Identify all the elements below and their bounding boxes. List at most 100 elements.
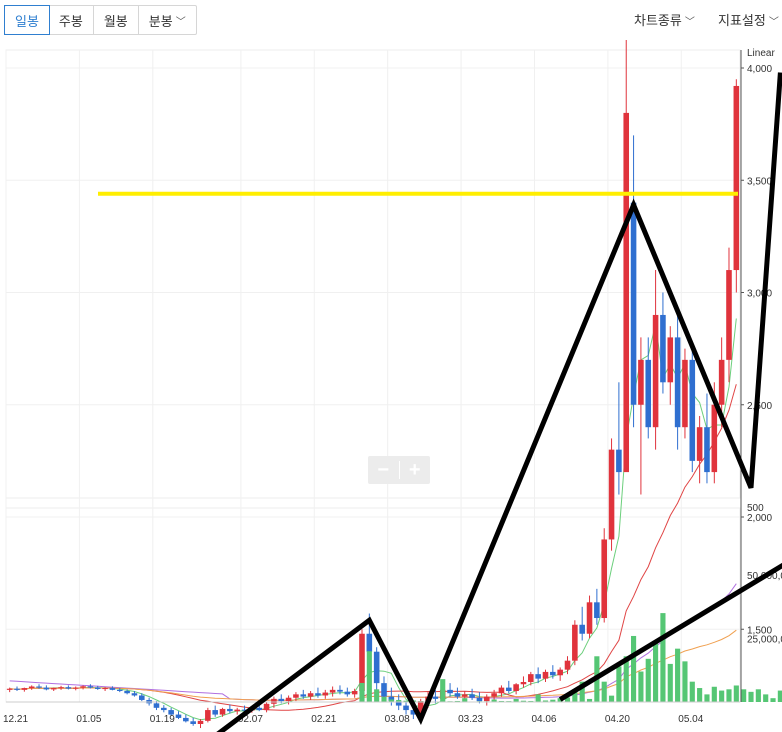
candle-body bbox=[550, 671, 556, 676]
candle-body bbox=[491, 693, 497, 697]
price-tick-label: 4,000 bbox=[747, 64, 772, 75]
chart-type-label: 차트종류 bbox=[634, 13, 682, 28]
zoom-in-button[interactable]: + bbox=[400, 456, 431, 484]
tab-minute[interactable]: 분봉 ﹀ bbox=[139, 6, 196, 34]
candle-body bbox=[696, 427, 703, 461]
chevron-down-icon: ﹀ bbox=[768, 17, 779, 28]
volume-bar bbox=[777, 690, 782, 702]
candle-body bbox=[36, 686, 42, 688]
stock-chart[interactable]: Linear1,0001,5002,0002,5003,0003,5004,00… bbox=[0, 40, 782, 732]
candle-body bbox=[366, 633, 373, 652]
candle-body bbox=[373, 651, 380, 684]
tab-daily[interactable]: 일봉 bbox=[4, 5, 50, 35]
candle-body bbox=[542, 671, 549, 679]
candle-body bbox=[300, 694, 307, 697]
candle-body bbox=[645, 359, 652, 428]
candle-body bbox=[116, 689, 123, 691]
tab-weekly[interactable]: 주봉 bbox=[49, 6, 94, 34]
chart-toolbar: 일봉 주봉 월봉 분봉 ﹀ 차트종류 ﹀ 지표설정 ﹀ bbox=[0, 0, 782, 40]
volume-bars bbox=[359, 613, 782, 702]
candle-body bbox=[161, 707, 167, 711]
candle-body bbox=[535, 674, 541, 679]
chart-type-menu[interactable]: 차트종류 ﹀ bbox=[634, 10, 695, 29]
volume-bar bbox=[616, 666, 622, 702]
candle-body bbox=[623, 112, 630, 473]
tab-monthly[interactable]: 월봉 bbox=[94, 6, 139, 34]
indicator-menu[interactable]: 지표설정 ﹀ bbox=[718, 10, 779, 29]
candle-body bbox=[43, 687, 50, 690]
candle-body bbox=[726, 270, 732, 360]
candle-body bbox=[205, 710, 211, 721]
volume-bar bbox=[741, 689, 747, 702]
time-tick-label: 02.21 bbox=[311, 714, 336, 725]
candle-body bbox=[381, 683, 387, 697]
volume-bar bbox=[366, 651, 372, 702]
candle-body bbox=[638, 359, 644, 405]
candle-body bbox=[403, 705, 409, 711]
price-scale-label: Linear bbox=[747, 48, 775, 59]
volume-bar bbox=[608, 695, 615, 702]
indicator-label: 지표설정 bbox=[718, 13, 766, 28]
time-tick-label: 05.04 bbox=[678, 714, 703, 725]
candle-body bbox=[256, 707, 263, 711]
candle-body bbox=[65, 687, 72, 689]
candle-body bbox=[454, 693, 461, 697]
candle-body bbox=[667, 337, 674, 383]
period-tabs: 일봉 주봉 월봉 분봉 ﹀ bbox=[4, 5, 197, 35]
zoom-out-button[interactable]: − bbox=[368, 456, 399, 484]
candle-body bbox=[432, 696, 439, 699]
volume-bar bbox=[682, 661, 688, 702]
time-tick-label: 12.21 bbox=[3, 714, 28, 725]
candle-body bbox=[652, 314, 659, 428]
candle-body bbox=[557, 669, 563, 676]
volume-bar bbox=[704, 694, 710, 702]
volume-bar bbox=[359, 682, 365, 702]
candle-body bbox=[227, 708, 233, 712]
candle-body bbox=[520, 682, 527, 685]
volume-bar bbox=[638, 671, 644, 702]
volume-bar bbox=[645, 658, 651, 702]
candle-body bbox=[344, 691, 351, 695]
candle-body bbox=[197, 720, 204, 724]
candle-body bbox=[586, 602, 593, 634]
volume-bar bbox=[726, 689, 732, 702]
candle-body bbox=[682, 359, 688, 428]
candle-body bbox=[506, 687, 512, 691]
tab-minute-label: 분봉 bbox=[148, 13, 173, 29]
volume-tick-label: 25,000,0 bbox=[747, 635, 782, 646]
candle-body bbox=[307, 693, 314, 697]
candle-body bbox=[469, 694, 475, 698]
price-tick-label: 3,000 bbox=[747, 289, 772, 300]
candle-body bbox=[212, 710, 218, 715]
candle-body bbox=[359, 633, 365, 691]
candle-body bbox=[278, 698, 285, 702]
candle-body bbox=[153, 703, 160, 708]
candle-body bbox=[80, 686, 86, 688]
volume-bar bbox=[755, 689, 761, 702]
price-tick-label: 2,500 bbox=[747, 401, 772, 412]
candle-body bbox=[124, 690, 130, 694]
volume-bar bbox=[748, 691, 754, 702]
volume-bar bbox=[667, 663, 673, 702]
candle-body bbox=[528, 674, 534, 683]
candle-body bbox=[689, 359, 696, 461]
volume-bar bbox=[631, 635, 637, 702]
candle-body bbox=[94, 687, 101, 689]
candle-body bbox=[175, 714, 182, 718]
volume-bar bbox=[440, 679, 446, 702]
time-tick-label: 01.19 bbox=[150, 714, 175, 725]
candle-body bbox=[58, 687, 64, 689]
candle-body bbox=[674, 337, 681, 428]
candle-body bbox=[461, 694, 468, 697]
volume-bar bbox=[381, 696, 387, 702]
volume-bar bbox=[660, 613, 666, 702]
candle-body bbox=[131, 693, 138, 696]
time-tick-label: 03.23 bbox=[458, 714, 483, 725]
candle-body bbox=[315, 693, 321, 696]
volume-bar bbox=[763, 694, 769, 702]
candle-body bbox=[50, 688, 57, 690]
candle-body bbox=[28, 686, 35, 689]
candle-body bbox=[263, 703, 270, 711]
candle-body bbox=[476, 697, 483, 702]
chevron-down-icon: ﹀ bbox=[684, 17, 695, 28]
